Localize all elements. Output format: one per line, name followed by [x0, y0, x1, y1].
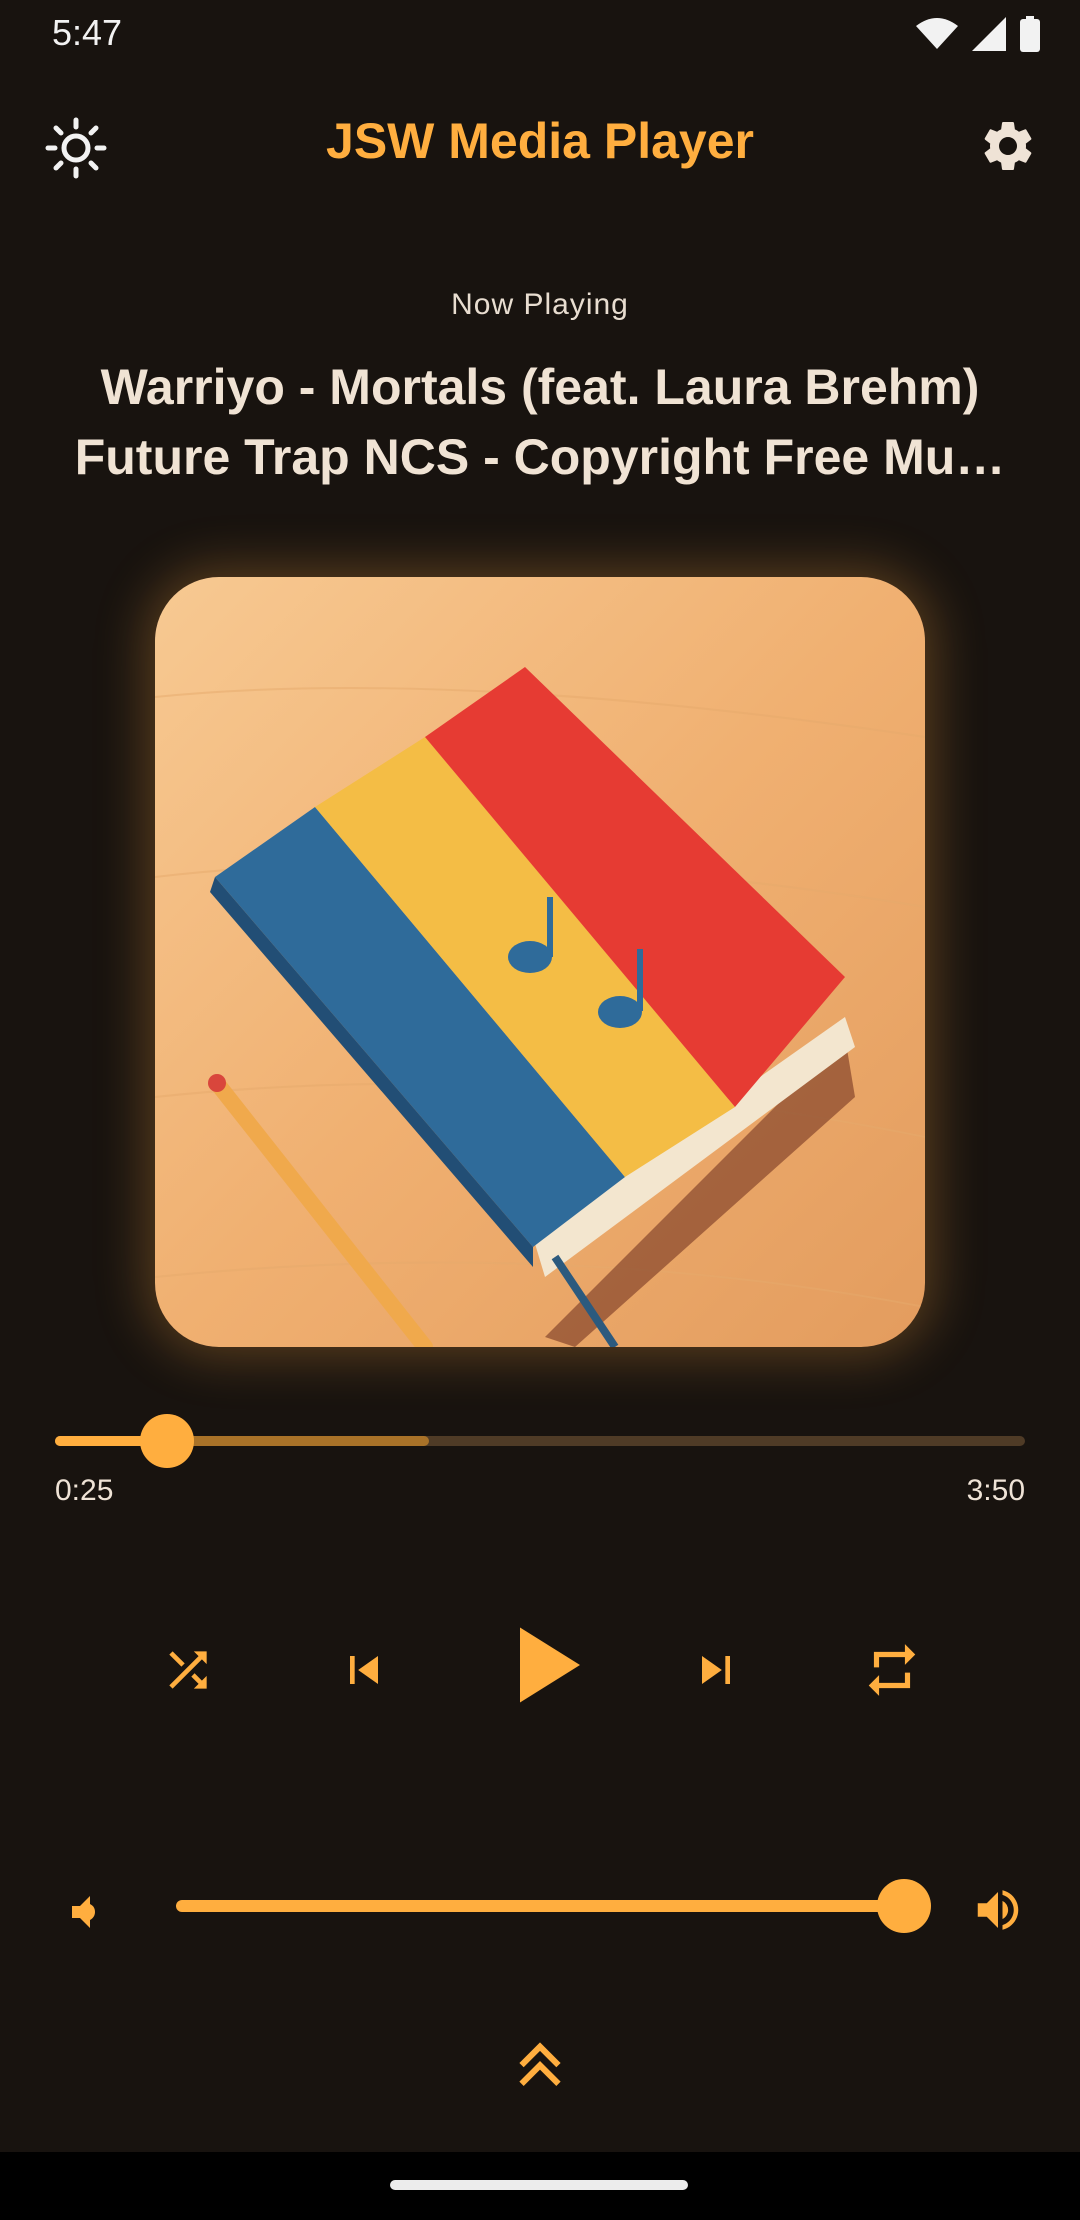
album-art-image [155, 577, 925, 1347]
double-chevron-up-icon [519, 2042, 561, 2086]
shuffle-button[interactable] [148, 1630, 228, 1710]
wifi-icon [916, 18, 958, 49]
status-icons [916, 14, 1040, 54]
app-title: JSW Media Player [326, 113, 754, 169]
volume-low-button[interactable] [52, 1882, 112, 1942]
status-time: 5:47 [52, 12, 123, 53]
repeat-button[interactable] [850, 1628, 934, 1712]
shuffle-icon [169, 1651, 207, 1689]
next-button[interactable] [676, 1630, 756, 1710]
volume-thumb[interactable] [877, 1879, 931, 1933]
volume-high-icon [977, 1890, 1019, 1930]
elapsed-time: 0:25 [55, 1474, 114, 1507]
settings-button[interactable] [968, 106, 1048, 186]
volume-track[interactable] [176, 1900, 904, 1912]
total-duration: 3:50 [966, 1474, 1025, 1507]
play-icon [520, 1627, 580, 1703]
play-button[interactable] [480, 1600, 610, 1730]
gear-icon [984, 121, 1032, 170]
song-title-line-2: Future Trap NCS - Copyright Free Mu… [74, 429, 1006, 485]
cell-signal-icon [972, 17, 1006, 51]
progress-thumb[interactable] [139, 1414, 194, 1468]
skip-next-icon [702, 1656, 730, 1684]
battery-icon [1020, 16, 1040, 52]
song-title: Warriyo - Mortals (feat. Laura Brehm) Fu… [50, 352, 1030, 492]
previous-button[interactable] [324, 1630, 404, 1710]
now-playing-label: Now Playing [451, 288, 629, 321]
volume-low-icon [72, 1896, 95, 1928]
album-art [155, 577, 925, 1347]
song-title-line-1: Warriyo - Mortals (feat. Laura Brehm) [100, 359, 980, 415]
skip-previous-icon [350, 1656, 378, 1684]
home-gesture-handle[interactable] [390, 2180, 688, 2190]
repeat-icon [868, 1644, 916, 1696]
volume-high-button[interactable] [966, 1878, 1030, 1942]
expand-queue-button[interactable] [500, 2030, 580, 2096]
